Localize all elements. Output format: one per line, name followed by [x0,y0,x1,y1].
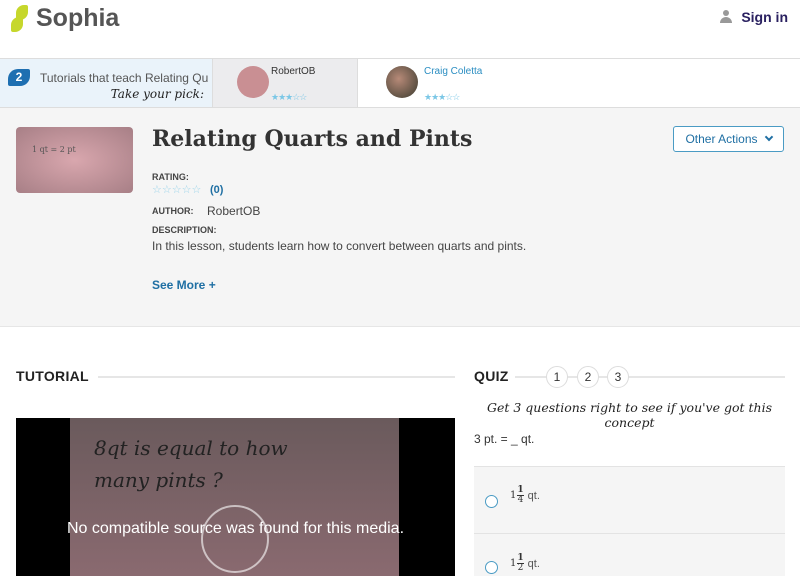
tutorial-picker-strip: 2 Tutorials that teach Relating Quarts a… [0,58,800,108]
intro-text: Tutorials that teach Relating Quarts and… [40,71,208,85]
quiz-step-3: 3 [607,366,629,388]
rating-stars: ★★★☆☆ [424,92,460,102]
see-more-link[interactable]: See More + [152,278,216,292]
video-handwriting: 8qt is equal to how [94,436,288,460]
quiz-step-2: 2 [577,366,599,388]
other-actions-button[interactable]: Other Actions [673,126,784,152]
page-title: Relating Quarts and Pints [152,126,473,152]
sign-in-link[interactable]: Sign in [719,9,788,25]
tutorial-card-robertob[interactable]: RobertOB ★★★☆☆ [212,59,358,107]
sophia-logo[interactable]: Sophia [10,4,119,33]
video-player[interactable]: 8qt is equal to how many pints ? No compa… [16,418,455,576]
description-label: DESCRIPTION: [152,225,217,235]
author-avatar [237,66,269,98]
video-error-message: No compatible source was found for this … [66,520,405,537]
quiz-instructions: Get 3 questions right to see if you've g… [487,400,772,430]
logo-icon [10,4,30,33]
tutorial-thumbnail: 1 qt = 2 pt [16,127,133,193]
quiz-question: 3 pt. = _ qt. [474,432,535,446]
tutorial-picker-intro: 2 Tutorials that teach Relating Quarts a… [0,59,212,107]
author-name: RobertOB [271,66,316,77]
quiz-option[interactable]: 1 1 4 qt. [474,466,785,533]
other-actions-label: Other Actions [685,132,758,146]
brand-name: Sophia [36,4,120,32]
tutorial-heading: TUTORIAL [16,368,89,384]
user-icon [719,10,733,24]
quiz-heading: QUIZ [474,368,509,384]
take-your-pick: Take your pick: [110,87,204,101]
option-label: 1 1 2 qt. [510,553,540,573]
rating-label: RATING: [152,172,189,182]
quiz-option[interactable]: 1 1 2 qt. [474,533,785,576]
tutorial-count-badge: 2 [8,69,30,86]
tutorial-card-craig-coletta[interactable]: Craig Coletta ★★★☆☆ [358,59,800,107]
site-header: Sophia Sign in [0,0,800,57]
radio-button[interactable] [485,561,498,574]
author-avatar [386,66,418,98]
sign-in-label: Sign in [741,9,788,25]
video-handwriting: many pints ? [94,468,223,492]
rating-count: (0) [210,184,224,196]
description-text: In this lesson, students learn how to co… [152,239,527,253]
rating-stars[interactable]: ☆☆☆☆☆ [152,183,201,196]
quiz-step-1: 1 [546,366,568,388]
divider [98,376,455,378]
radio-button[interactable] [485,495,498,508]
author-label: AUTHOR: [152,206,194,216]
chevron-down-icon [764,132,773,142]
author-name[interactable]: Craig Coletta [424,66,482,77]
option-label: 1 1 4 qt. [510,485,540,505]
tutorial-details: 1 qt = 2 pt Relating Quarts and Pints RA… [0,108,800,327]
author-value: RobertOB [207,204,261,218]
rating-stars: ★★★☆☆ [271,92,307,102]
